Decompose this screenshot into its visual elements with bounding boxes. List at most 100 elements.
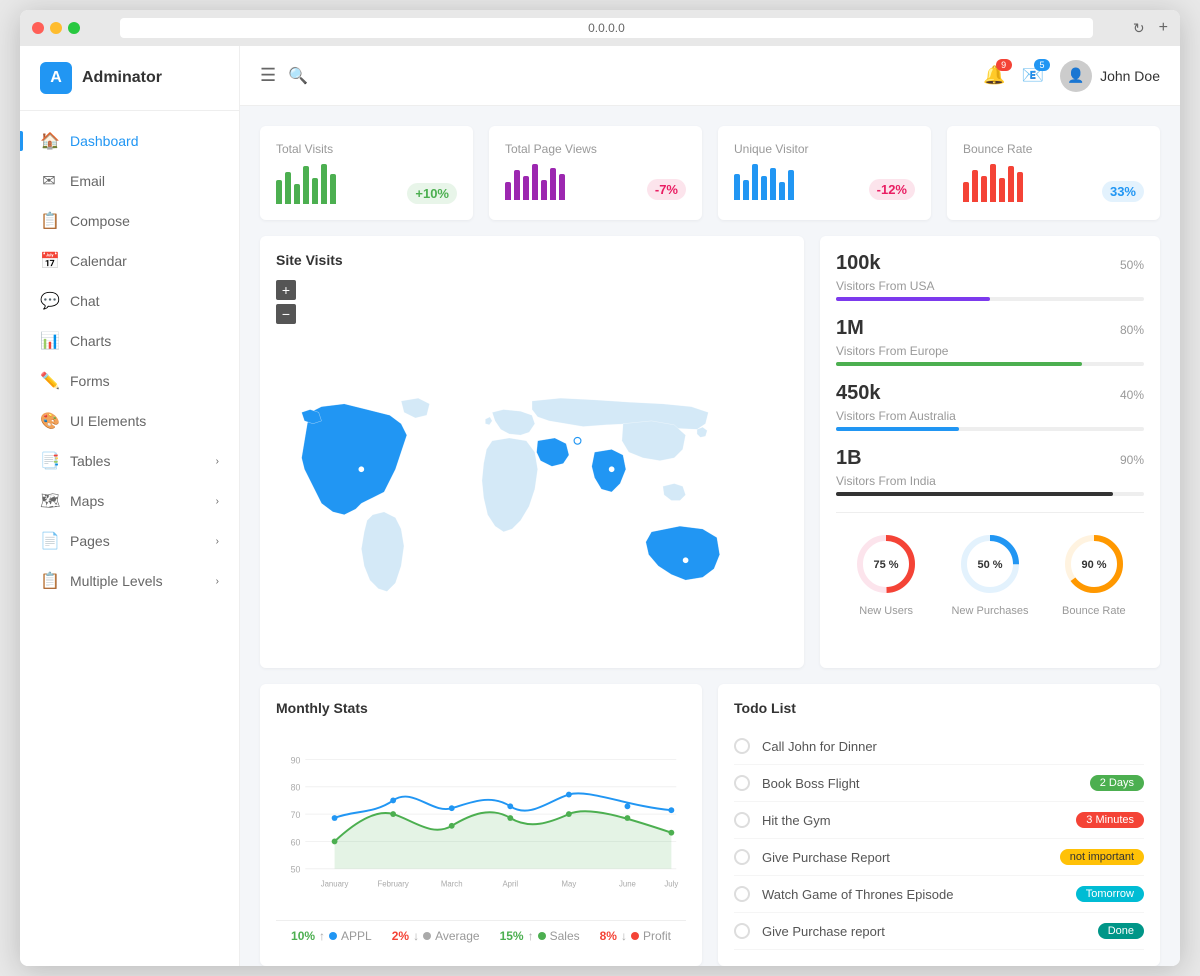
site-visits-title: Site Visits xyxy=(276,252,788,268)
pin-usa xyxy=(358,466,365,473)
stat-card-page-views: Total Page Views -7% xyxy=(489,126,702,220)
header: ☰ 🔍 🔔 9 📧 5 👤 John Doe xyxy=(240,46,1180,106)
pin-india xyxy=(608,466,615,473)
sidebar-item-chat[interactable]: 💬 Chat xyxy=(20,281,239,321)
svg-text:90: 90 xyxy=(291,755,301,765)
donut-label: New Purchases xyxy=(951,605,1028,617)
calendar-icon: 📅 xyxy=(40,251,58,271)
browser-url[interactable]: 0.0.0.0 xyxy=(120,18,1093,38)
sidebar-item-forms[interactable]: ✏️ Forms xyxy=(20,361,239,401)
maps-arrow: › xyxy=(216,496,219,507)
sidebar-item-multiple-levels[interactable]: 📋 Multiple Levels › xyxy=(20,561,239,601)
bar xyxy=(743,180,749,200)
progress-bar xyxy=(836,492,1144,496)
user-menu[interactable]: 👤 John Doe xyxy=(1060,60,1160,92)
todo-item: Call John for Dinner xyxy=(734,728,1144,765)
monthly-stats-card: Monthly Stats 90 xyxy=(260,684,702,966)
chat-icon: 💬 xyxy=(40,291,58,311)
todo-tag: Done xyxy=(1098,923,1144,939)
stat-bars xyxy=(734,164,794,200)
user-name: John Doe xyxy=(1100,68,1160,84)
fullscreen-dot[interactable] xyxy=(68,22,80,34)
messages-button[interactable]: 📧 5 xyxy=(1022,65,1044,86)
todo-item: Watch Game of Thrones Episode Tomorrow xyxy=(734,876,1144,913)
russia xyxy=(532,398,708,429)
todo-checkbox[interactable] xyxy=(734,812,750,828)
levels-icon: 📋 xyxy=(40,571,58,591)
stat-title: Bounce Rate xyxy=(963,142,1144,156)
todo-checkbox[interactable] xyxy=(734,923,750,939)
sidebar-item-tables[interactable]: 📑 Tables › xyxy=(20,441,239,481)
donut-label: New Users xyxy=(859,605,913,617)
sidebar-item-label: Forms xyxy=(70,373,110,389)
legend-label: Sales xyxy=(550,929,580,943)
bar xyxy=(523,176,529,200)
visitor-header: 1M 80% xyxy=(836,317,1144,340)
sidebar-item-compose[interactable]: 📋 Compose xyxy=(20,201,239,241)
todo-checkbox[interactable] xyxy=(734,849,750,865)
todo-checkbox[interactable] xyxy=(734,775,750,791)
charts-icon: 📊 xyxy=(40,331,58,351)
new-tab-button[interactable]: + xyxy=(1159,19,1168,37)
sidebar-item-label: Multiple Levels xyxy=(70,573,163,589)
reload-icon[interactable]: ↻ xyxy=(1133,20,1145,37)
visitor-header: 450k 40% xyxy=(836,382,1144,405)
sidebar-item-calendar[interactable]: 📅 Calendar xyxy=(20,241,239,281)
legend-arrow-up: ↑ xyxy=(319,929,325,943)
progress-bar xyxy=(836,427,1144,431)
legend-appl: 10% ↑ APPL xyxy=(291,929,372,943)
svg-text:60: 60 xyxy=(291,837,301,847)
todo-checkbox[interactable] xyxy=(734,886,750,902)
search-button[interactable]: 🔍 xyxy=(288,66,308,86)
map-zoom-in-button[interactable]: + xyxy=(276,280,296,300)
stat-title: Total Visits xyxy=(276,142,457,156)
donut-new-users: 75 % New Users xyxy=(851,529,921,617)
sidebar-item-label: UI Elements xyxy=(70,413,146,429)
sidebar-item-maps[interactable]: 🗺 Maps › xyxy=(20,481,239,521)
visitor-count: 450k xyxy=(836,382,881,405)
logo-icon: A xyxy=(40,62,72,94)
legend-pct: 8% xyxy=(600,929,617,943)
todo-title: Todo List xyxy=(734,700,1144,716)
sidebar-item-ui-elements[interactable]: 🎨 UI Elements xyxy=(20,401,239,441)
svg-text:March: March xyxy=(441,879,463,888)
todo-tag: 3 Minutes xyxy=(1076,812,1144,828)
legend-dot xyxy=(538,932,546,940)
svg-text:February: February xyxy=(378,879,409,888)
bar xyxy=(505,182,511,200)
close-dot[interactable] xyxy=(32,22,44,34)
sidebar-item-charts[interactable]: 📊 Charts xyxy=(20,321,239,361)
app-layout: A Adminator 🏠 Dashboard ✉ Email 📋 Compos… xyxy=(20,46,1180,966)
africa xyxy=(482,438,538,532)
legend-arrow-down: ↓ xyxy=(413,929,419,943)
bar xyxy=(312,178,318,204)
sidebar-item-email[interactable]: ✉ Email xyxy=(20,161,239,201)
svg-text:50 %: 50 % xyxy=(977,559,1002,571)
line-chart-svg: 90 80 70 60 50 January February March xyxy=(276,728,686,908)
visitor-count: 1M xyxy=(836,317,864,340)
sidebar-item-pages[interactable]: 📄 Pages › xyxy=(20,521,239,561)
minimize-dot[interactable] xyxy=(50,22,62,34)
stat-card-bounce-rate: Bounce Rate 33% xyxy=(947,126,1160,220)
sidebar-item-dashboard[interactable]: 🏠 Dashboard xyxy=(20,121,239,161)
visitor-label: Visitors From Australia xyxy=(836,409,1144,423)
donut-row: 75 % New Users 50 % xyxy=(836,512,1144,617)
stat-body: +10% xyxy=(276,164,457,204)
sidebar-item-label: Tables xyxy=(70,453,110,469)
east-asia xyxy=(622,421,686,461)
se-asia xyxy=(663,483,686,500)
todo-checkbox[interactable] xyxy=(734,738,750,754)
visitor-label: Visitors From USA xyxy=(836,279,1144,293)
bar xyxy=(981,176,987,202)
legend-pct: 2% xyxy=(392,929,409,943)
todo-text: Book Boss Flight xyxy=(762,776,1090,791)
legend-sales: 15% ↑ Sales xyxy=(500,929,580,943)
notifications-button[interactable]: 🔔 9 xyxy=(983,65,1005,86)
bar xyxy=(770,168,776,200)
uk xyxy=(485,417,492,425)
visitor-count: 1B xyxy=(836,447,862,470)
map-zoom-out-button[interactable]: − xyxy=(276,304,296,324)
bar xyxy=(1008,166,1014,202)
bar xyxy=(294,184,300,204)
menu-toggle-button[interactable]: ☰ xyxy=(260,65,276,86)
